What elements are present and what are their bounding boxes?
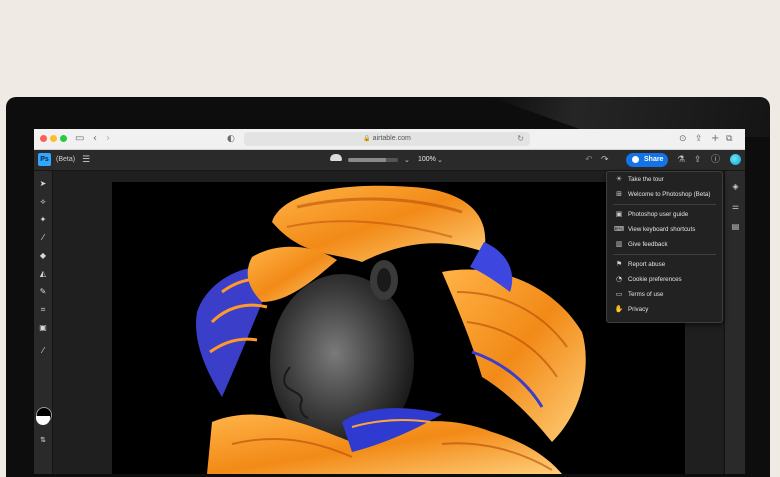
plus-icon[interactable]: + <box>711 132 719 146</box>
shield-icon[interactable]: ◐ <box>227 132 235 146</box>
beta-badge: (Beta) <box>56 156 76 163</box>
download-icon[interactable]: ⊙ <box>679 132 687 146</box>
address-bar[interactable]: 🔒 airtable.com ↻ <box>244 132 530 146</box>
redo-icon[interactable]: ↷ <box>601 154 609 166</box>
menu-item-give-feedback[interactable]: ▥ Give feedback <box>607 237 722 252</box>
tools-panel: ➤ ⟡ ✦ ⁄ ◆ ◭ ✎ ⌗ ▣ ⁄ ⇅ <box>34 171 53 474</box>
right-panel-rail: ◈ ⚌ ▤ <box>724 171 745 474</box>
layers-icon[interactable]: ◈ <box>730 181 741 192</box>
lasso-tool-icon[interactable]: ⟡ <box>38 197 48 207</box>
artwork-image <box>196 185 586 474</box>
screen: ▭ ‹ › ◐ 🔒 airtable.com ↻ ⊙ ⇪ + ⧉ Ps (Beta… <box>34 129 745 474</box>
flask-icon[interactable]: ⚗ <box>677 154 685 166</box>
menu-item-privacy[interactable]: ✋ Privacy <box>607 302 722 317</box>
background-color-swatch[interactable] <box>36 416 50 425</box>
image-tool-icon[interactable]: ▣ <box>38 323 48 333</box>
hand-icon: ✋ <box>614 305 624 313</box>
healing-tool-icon[interactable]: ✎ <box>38 287 48 297</box>
select-tool-icon[interactable]: ➤ <box>38 179 48 189</box>
tabs-icon[interactable]: ⧉ <box>726 132 732 146</box>
comments-icon[interactable]: ▤ <box>730 221 741 232</box>
fill-tool-icon[interactable]: ◭ <box>38 269 48 279</box>
reload-icon[interactable]: ↻ <box>517 133 524 145</box>
zoom-level[interactable]: 100% <box>418 154 436 166</box>
brush-tool-icon[interactable]: ⁄ <box>38 233 48 243</box>
lightbulb-icon: ☀ <box>615 175 623 183</box>
menu-item-report-abuse[interactable]: ⚑ Report abuse <box>607 257 722 272</box>
keyboard-icon: ⌨ <box>614 225 625 233</box>
app-header: Ps (Beta) ☰ ⌄ 100% ⌄ ↶ ↷ Share ⚗ ⇪ ⓘ <box>34 150 745 171</box>
document-canvas[interactable] <box>112 182 685 474</box>
share-button[interactable]: Share <box>626 153 668 167</box>
document-icon: ▭ <box>615 290 623 298</box>
grid-icon: ⊞ <box>616 190 622 198</box>
quick-select-tool-icon[interactable]: ✦ <box>38 215 48 225</box>
close-window-icon[interactable] <box>40 135 47 142</box>
menu-item-welcome[interactable]: ⊞ Welcome to Photoshop (Beta) <box>607 187 722 202</box>
menu-item-user-guide[interactable]: ▣ Photoshop user guide <box>607 207 722 222</box>
monitor-bezel: ▭ ‹ › ◐ 🔒 airtable.com ↻ ⊙ ⇪ + ⧉ Ps (Beta… <box>6 97 770 477</box>
swap-colors-icon[interactable]: ⇅ <box>38 435 48 445</box>
chevron-right-icon[interactable]: › <box>106 132 110 146</box>
menu-item-take-tour[interactable]: ☀ Take the tour <box>607 172 722 187</box>
menu-item-keyboard-shortcuts[interactable]: ⌨ View keyboard shortcuts <box>607 222 722 237</box>
undo-icon[interactable]: ↶ <box>585 154 593 166</box>
minimize-window-icon[interactable] <box>50 135 57 142</box>
cloud-icon[interactable] <box>330 154 342 161</box>
browser-toolbar: ▭ ‹ › ◐ 🔒 airtable.com ↻ ⊙ ⇪ + ⧉ <box>34 129 745 150</box>
menu-item-cookie-preferences[interactable]: ◔ Cookie preferences <box>607 272 722 287</box>
upload-progress-fill <box>348 158 386 162</box>
eyedropper-tool-icon[interactable]: ⁄ <box>38 346 48 356</box>
crop-tool-icon[interactable]: ⌗ <box>38 305 48 315</box>
sidebar-icon[interactable]: ▭ <box>75 132 84 146</box>
chevron-down-icon[interactable]: ⌄ <box>404 154 410 166</box>
menu-item-terms-of-use[interactable]: ▭ Terms of use <box>607 287 722 302</box>
help-icon[interactable]: ⓘ <box>711 154 720 166</box>
flag-icon: ⚑ <box>615 260 623 268</box>
hamburger-icon[interactable]: ☰ <box>82 153 90 167</box>
lock-icon: 🔒 <box>363 136 371 142</box>
avatar[interactable] <box>730 154 741 165</box>
url-text: airtable.com <box>372 135 411 142</box>
menu-divider <box>613 204 716 205</box>
menu-divider <box>613 254 716 255</box>
ps-logo[interactable]: Ps <box>38 153 51 166</box>
zoom-window-icon[interactable] <box>60 135 67 142</box>
zoom-chevron-down-icon[interactable]: ⌄ <box>437 154 443 166</box>
ps-guide-icon: ▣ <box>615 210 623 218</box>
cookie-icon: ◔ <box>615 275 623 283</box>
chevron-left-icon[interactable]: ‹ <box>93 132 97 146</box>
upload-progress <box>348 158 398 162</box>
eraser-tool-icon[interactable]: ◆ <box>38 251 48 261</box>
user-icon <box>632 156 639 163</box>
help-menu: ☀ Take the tour ⊞ Welcome to Photoshop (… <box>606 171 723 323</box>
feedback-icon: ▥ <box>615 240 623 248</box>
export-icon[interactable]: ⇪ <box>694 154 702 166</box>
share-icon[interactable]: ⇪ <box>695 132 703 146</box>
adjustments-icon[interactable]: ⚌ <box>730 201 741 212</box>
